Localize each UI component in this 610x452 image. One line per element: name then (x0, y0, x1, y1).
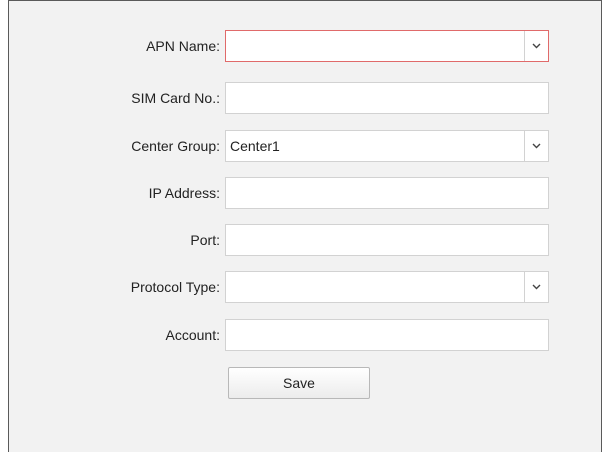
sim-card-input[interactable] (226, 83, 548, 113)
apn-name-label: APN Name: (146, 38, 220, 54)
center-group-select[interactable]: Center1 (225, 130, 549, 162)
sim-card-field-box (225, 82, 549, 114)
port-row: Port: (9, 224, 601, 256)
center-group-row: Center Group: Center1 (9, 130, 601, 162)
account-field-box (225, 319, 549, 351)
apn-name-select[interactable] (225, 30, 549, 62)
chevron-down-icon (532, 284, 541, 290)
save-button[interactable]: Save (228, 367, 370, 399)
account-label: Account: (165, 327, 220, 343)
port-label: Port: (190, 232, 220, 248)
center-group-label: Center Group: (131, 138, 220, 154)
sim-card-row: SIM Card No.: (9, 82, 601, 114)
chevron-down-icon (532, 43, 541, 49)
port-input[interactable] (226, 225, 548, 255)
protocol-type-label: Protocol Type: (130, 279, 220, 295)
ip-address-label: IP Address: (148, 185, 220, 201)
ip-address-field-box (225, 177, 549, 209)
apn-name-dropdown-button[interactable] (524, 31, 548, 61)
ip-address-input[interactable] (226, 178, 548, 208)
sim-card-label: SIM Card No.: (131, 90, 220, 106)
protocol-type-select[interactable] (225, 271, 549, 303)
apn-name-row: APN Name: (9, 30, 601, 62)
center-group-value: Center1 (230, 138, 280, 154)
account-row: Account: (9, 319, 601, 351)
account-input[interactable] (226, 320, 548, 350)
apn-settings-panel: APN Name: SIM Card No.: Center Group: Ce… (8, 0, 602, 452)
center-group-dropdown-button[interactable] (524, 131, 548, 161)
port-field-box (225, 224, 549, 256)
ip-address-row: IP Address: (9, 177, 601, 209)
protocol-type-row: Protocol Type: (9, 271, 601, 303)
protocol-type-dropdown-button[interactable] (524, 272, 548, 302)
chevron-down-icon (532, 143, 541, 149)
